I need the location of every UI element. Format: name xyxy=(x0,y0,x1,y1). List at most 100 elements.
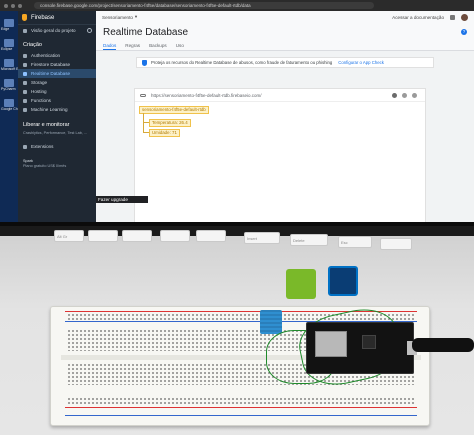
node-value: 26.4 xyxy=(179,120,188,125)
node-key: Umidade xyxy=(152,130,170,135)
microsoft-edge-icon[interactable] xyxy=(4,59,14,67)
page-title: Realtime Database xyxy=(103,26,189,38)
nodemcu-board xyxy=(306,322,417,374)
sidebar-section-subtitle: Crashlytics, Performance, Test Lab, ... xyxy=(23,131,88,135)
sidebar-item-label: Firestore Database xyxy=(31,62,71,67)
dht11-sensor xyxy=(260,310,282,334)
banner-text: Proteja os recursos do Realtime Database… xyxy=(151,60,333,65)
nvidia-sticker xyxy=(286,269,316,299)
tab-backups[interactable]: Backups xyxy=(149,41,167,50)
brand-label: Firebase xyxy=(31,14,55,21)
desktop-icon-label: PyCharm xyxy=(1,87,16,91)
tab-rules[interactable]: Regras xyxy=(125,41,140,50)
main-content: Sensoriamento ▾ Acessar a documentação R… xyxy=(96,11,474,226)
intel-sticker xyxy=(328,266,358,296)
usb-cable xyxy=(412,338,474,352)
robot-icon xyxy=(23,107,27,112)
keyboard-key: Delete xyxy=(290,234,328,246)
sidebar-brand[interactable]: Firebase xyxy=(18,11,96,25)
browser-toolbar: console.firebase.google.com/project/sens… xyxy=(0,0,474,11)
keyboard-key: Alt Gr xyxy=(54,230,84,242)
sidebar-item-realtime-database[interactable]: Realtime Database xyxy=(18,69,96,78)
home-icon xyxy=(23,28,27,33)
app-check-banner: Proteja os recursos do Realtime Database… xyxy=(136,57,434,68)
edge-icon[interactable] xyxy=(4,19,14,27)
esp8266-module xyxy=(315,331,347,357)
power-rail-negative xyxy=(65,415,417,420)
chevron-down-icon[interactable]: ▾ xyxy=(135,14,137,20)
extensions-icon xyxy=(23,144,27,149)
app-check-link[interactable]: Configurar o App Check xyxy=(338,60,384,65)
keyboard-key: Esc xyxy=(338,236,372,248)
sidebar-item-machine-learning[interactable]: Machine Learning xyxy=(18,105,96,114)
key-label: Delete xyxy=(293,238,305,243)
keyboard-key xyxy=(122,230,152,242)
sidebar-item-authentication[interactable]: Authentication xyxy=(18,51,96,60)
sidebar-section-release[interactable]: Liberar e monitorar xyxy=(18,114,96,131)
sidebar-item-label: Machine Learning xyxy=(31,107,68,112)
node-key: Temperatura xyxy=(152,120,177,125)
sidebar-item-firestore[interactable]: Firestore Database xyxy=(18,60,96,69)
power-rail-positive xyxy=(65,407,417,412)
sidebar-item-storage[interactable]: Storage xyxy=(18,78,96,87)
address-bar[interactable]: console.firebase.google.com/project/sens… xyxy=(34,2,374,9)
avatar[interactable] xyxy=(461,13,468,21)
browser-nav-icons xyxy=(4,3,22,8)
tab-data[interactable]: Dados xyxy=(103,41,117,50)
notifications-icon[interactable] xyxy=(450,14,455,20)
key-label: Insert xyxy=(247,236,258,241)
add-icon[interactable] xyxy=(392,92,397,98)
database-child-node[interactable]: Temperatura: 26.4 xyxy=(149,119,191,127)
sidebar-item-label: Realtime Database xyxy=(31,71,71,76)
sidebar-item-label: Authentication xyxy=(31,53,61,58)
top-bar: Sensoriamento ▾ Acessar a documentação xyxy=(96,11,474,23)
functions-icon xyxy=(23,98,27,103)
help-icon[interactable]: ? xyxy=(461,29,467,35)
desktop-icon-label: Google Chrome xyxy=(1,107,18,111)
sidebar-item-extensions[interactable]: Extensions xyxy=(18,142,96,151)
sidebar-item-label: Visão geral do projeto xyxy=(31,28,76,33)
database-viewer: https://sensoriamento-f4f5e-default-rtdb… xyxy=(134,88,426,225)
firestore-icon xyxy=(23,62,27,67)
database-url-row: https://sensoriamento-f4f5e-default-rtdb… xyxy=(135,89,425,102)
sidebar-item-label: Extensions xyxy=(31,144,54,149)
chrome-icon[interactable] xyxy=(4,99,14,107)
sidebar-item-overview[interactable]: Visão geral do projeto xyxy=(18,25,96,36)
link-icon xyxy=(140,93,146,97)
firebase-flame-icon xyxy=(22,14,27,21)
tab-usage[interactable]: Uso xyxy=(176,41,184,50)
node-key: sensoriamento-f4f5e-default-rtdb xyxy=(142,107,206,112)
sidebar-section-build[interactable]: Criação xyxy=(18,36,96,51)
sidebar-item-label: Hosting xyxy=(31,89,47,94)
usb-serial-chip xyxy=(362,335,376,349)
monitor-screen: console.firebase.google.com/project/sens… xyxy=(0,0,474,226)
key-label: Alt Gr xyxy=(57,234,68,239)
keyboard-key xyxy=(380,238,412,250)
keyboard-key xyxy=(160,230,190,242)
node-value: 71 xyxy=(172,130,177,135)
desktop-icon-label: Edge xyxy=(1,27,10,31)
title-row: Realtime Database ? xyxy=(96,23,474,41)
pycharm-icon[interactable] xyxy=(4,79,14,87)
menu-icon[interactable] xyxy=(412,92,417,98)
firebase-sidebar: Firebase Visão geral do projeto Criação … xyxy=(18,11,96,226)
project-selector[interactable]: Sensoriamento xyxy=(102,15,133,20)
docs-link[interactable]: Acessar a documentação xyxy=(392,15,444,20)
upgrade-button[interactable]: Fazer upgrade xyxy=(96,196,148,203)
tab-bar: Dados Regras Backups Uso xyxy=(96,41,474,51)
database-child-node[interactable]: Umidade: 71 xyxy=(149,129,180,137)
more-options-icon[interactable] xyxy=(402,92,407,98)
desktop-icon-label: Microsoft Edge xyxy=(1,67,18,71)
gear-icon[interactable] xyxy=(87,28,92,33)
keyboard-key xyxy=(196,230,226,242)
desktop-icon-strip: Edge Eclipse Microsoft Edge PyCharm Goog… xyxy=(0,11,18,226)
sidebar-item-functions[interactable]: Functions xyxy=(18,96,96,105)
database-url[interactable]: https://sensoriamento-f4f5e-default-rtdb… xyxy=(151,93,262,98)
plan-subtitle: Plano gratuito US$ 0/mês xyxy=(23,164,67,168)
shield-icon xyxy=(142,59,147,66)
sidebar-item-hosting[interactable]: Hosting xyxy=(18,87,96,96)
eclipse-icon[interactable] xyxy=(4,39,14,47)
database-root-node[interactable]: sensoriamento-f4f5e-default-rtdb xyxy=(139,106,209,114)
storage-icon xyxy=(23,80,27,85)
key-label: Esc xyxy=(341,240,348,245)
